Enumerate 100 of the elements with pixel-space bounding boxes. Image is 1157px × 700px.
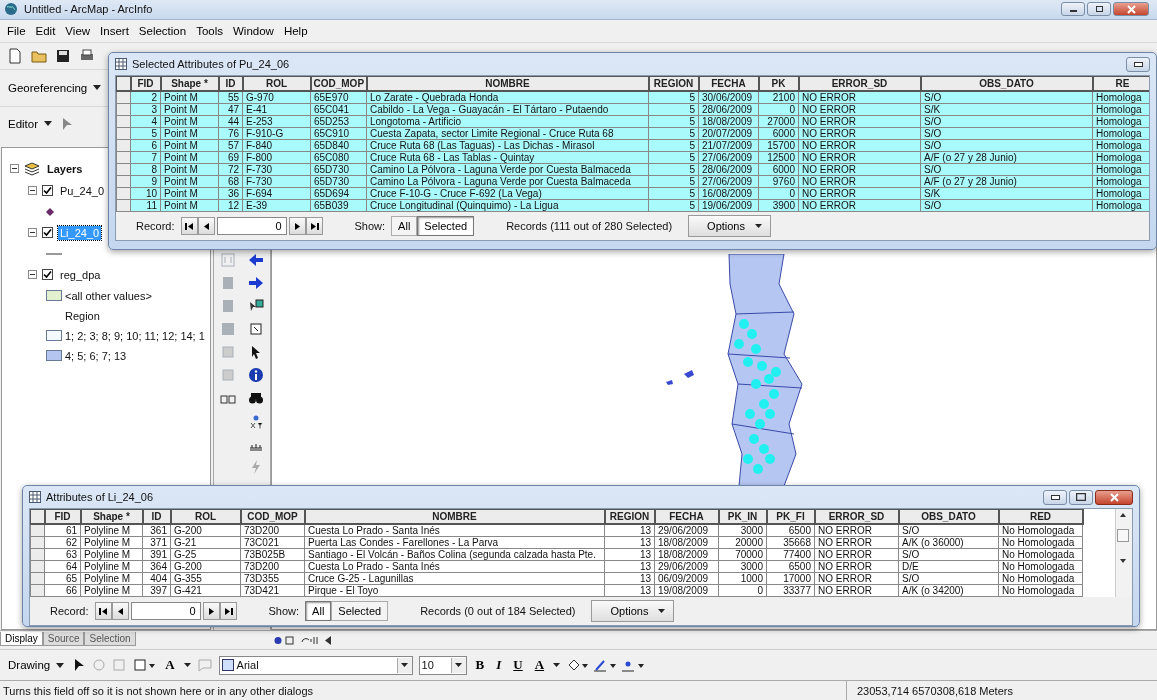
- layer-checkbox[interactable]: [42, 185, 53, 197]
- column-header[interactable]: FECHA: [698, 76, 759, 91]
- menu-item[interactable]: Tools: [195, 24, 224, 37]
- column-header[interactable]: RE: [1092, 76, 1149, 91]
- column-header[interactable]: OBS_DATO: [898, 509, 999, 524]
- column-header[interactable]: ERROR_SD: [814, 509, 899, 524]
- next-record-button[interactable]: [288, 217, 306, 235]
- table-row[interactable]: 2 Point M 55 G-970 65E970 Lo Zarate - Quebrada Honda 5 30/06/2009 2100 NO ERROR S/O Homologa: [116, 91, 1149, 104]
- scroll-left-icon[interactable]: [324, 635, 333, 645]
- column-header[interactable]: REGION: [604, 509, 655, 524]
- font-size-dropdown[interactable]: 10: [418, 655, 467, 675]
- column-header[interactable]: FID: [130, 76, 161, 91]
- clear-selection-icon[interactable]: [248, 321, 264, 338]
- column-header[interactable]: COD_MOP: [310, 76, 367, 91]
- table-row[interactable]: 5 Point M 76 F-910-G 65C910 Cuesta Zapata, sector Limite Regional - Cruce Ruta 68 5 20/07/2009 6000 NO ERROR S/O Homologa: [116, 127, 1149, 140]
- column-header[interactable]: PK_FI: [766, 509, 815, 524]
- show-toggle[interactable]: Selected: [417, 216, 475, 236]
- column-header[interactable]: ID: [218, 76, 243, 91]
- table-row[interactable]: 65 Polyline M 404 G-355 73D355 Cruce G-25 - Lagunillas 13 06/09/2009 1000 17000 NO ERROR S/O No Homologada: [30, 572, 1083, 585]
- bold-button[interactable]: B: [472, 657, 488, 674]
- table-row[interactable]: 11 Point M 12 E-39 65B039 Cruce Longitudinal (Quinquimo) - La Ligua 5 19/06/2009 3900 NO ERROR S/O Homologa: [116, 199, 1149, 212]
- layer-name[interactable]: Pu_24_0: [58, 183, 107, 198]
- column-header[interactable]: Shape *: [160, 76, 219, 91]
- column-header[interactable]: ID: [142, 509, 171, 524]
- collapse-button[interactable]: [28, 228, 37, 238]
- italic-button[interactable]: I: [493, 657, 505, 674]
- table-row[interactable]: 62 Polyline M 371 G-21 73C021 Puerta Las Condes - Farellones - La Parva 13 18/08/2009 20000 35668 NO ERROR A/K (o 36000) No Homologada: [30, 536, 1083, 549]
- scrollbar[interactable]: [1115, 509, 1132, 597]
- font-color-button[interactable]: A: [531, 657, 548, 674]
- font-dropdown[interactable]: Arial: [218, 655, 413, 675]
- minimize-button[interactable]: [1043, 489, 1067, 505]
- close-button[interactable]: [1095, 489, 1133, 505]
- table-row[interactable]: 7 Point M 69 F-800 65C080 Cruce Ruta 68 - Las Tablas - Quintay 5 27/06/2009 12500 NO ERROR A/F (o 27 y 28 Junio) Homologa: [116, 151, 1149, 164]
- panel-tab[interactable]: Display: [0, 631, 43, 646]
- close-button[interactable]: [1113, 2, 1149, 17]
- drawing-menu[interactable]: Drawing: [6, 657, 67, 674]
- table-row[interactable]: 6 Point M 57 F-840 65D840 Cruce Ruta 68 (Las Taguas) - Las Dichas - Mirasol 5 21/07/2009 15700 NO ERROR S/O Homologa: [116, 139, 1149, 152]
- column-header[interactable]: FID: [44, 509, 81, 524]
- column-header[interactable]: FECHA: [654, 509, 719, 524]
- table-row[interactable]: 3 Point M 47 E-41 65C041 Cabildo - La Vega - Guayacán - El Tártaro - Putaendo 5 28/06/2009 0 NO ERROR S/K Homologa: [116, 103, 1149, 116]
- column-header[interactable]: Shape *: [80, 509, 143, 524]
- minimize-button[interactable]: [1126, 56, 1150, 72]
- column-header[interactable]: ROL: [170, 509, 241, 524]
- table-row[interactable]: 10 Point M 36 F-694 65D694 Cruce F-10-G - Cruce F-692 (La Vega) 5 16/08/2009 0 NO ERROR S/K Homologa: [116, 187, 1149, 200]
- show-toggle[interactable]: Selected: [331, 601, 389, 621]
- info-icon[interactable]: [248, 367, 264, 384]
- next-record-button[interactable]: [202, 602, 220, 620]
- column-header[interactable]: PK: [758, 76, 799, 91]
- maximize-button[interactable]: [1087, 2, 1111, 17]
- fill-color-icon[interactable]: [566, 658, 589, 673]
- layer-checkbox[interactable]: [42, 269, 53, 281]
- table-row[interactable]: 64 Polyline M 364 G-200 73D200 Cuesta Lo Prado - Santa Inés 13 29/06/2009 3000 6500 NO ERROR D/E No Homologada: [30, 560, 1083, 573]
- back-arrow-icon[interactable]: [248, 252, 264, 269]
- options-button[interactable]: Options: [688, 215, 771, 237]
- text-tool-button[interactable]: A: [162, 657, 178, 674]
- menu-item[interactable]: Insert: [99, 24, 130, 37]
- xy-icon[interactable]: [248, 413, 264, 430]
- table-row[interactable]: 63 Polyline M 391 G-25 73B025B Santiago - El Volcán - Baños Colina (segunda calzada hasta Pte. 13 18/08/2009 70000 77400 NO ERROR S/O No Homologada: [30, 548, 1083, 561]
- collapse-button[interactable]: [10, 164, 19, 174]
- editor-menu[interactable]: Editor: [6, 115, 55, 132]
- column-header[interactable]: PK_IN: [718, 509, 767, 524]
- georeferencing-menu[interactable]: Georeferencing: [6, 79, 104, 96]
- show-toggle[interactable]: All: [305, 601, 332, 621]
- table-row[interactable]: 8 Point M 72 F-730 65D730 Camino La Pólvora - Laguna Verde por Cuesta Balmaceda 5 28/06/2009 6000 NO ERROR S/O Homologa: [116, 163, 1149, 176]
- column-header[interactable]: COD_MOP: [240, 509, 305, 524]
- line-color-icon[interactable]: [594, 658, 617, 673]
- menu-item[interactable]: Selection: [137, 24, 188, 37]
- menu-item[interactable]: Window: [232, 24, 275, 37]
- table-row[interactable]: 66 Polyline M 397 G-421 73D421 Pirque - El Toyo 13 19/08/2009 0 33377 NO ERROR A/K (o 34200) No Homologada: [30, 584, 1083, 597]
- column-header[interactable]: OBS_DATO: [920, 76, 1093, 91]
- column-header[interactable]: RED: [998, 509, 1083, 524]
- column-header[interactable]: ROL: [242, 76, 311, 91]
- column-header[interactable]: NOMBRE: [366, 76, 649, 91]
- menu-item[interactable]: View: [64, 24, 92, 37]
- layer-name[interactable]: reg_dpa: [58, 267, 103, 282]
- menu-item[interactable]: Edit: [34, 24, 57, 37]
- collapse-button[interactable]: [28, 186, 37, 196]
- panel-tab[interactable]: Selection: [84, 631, 136, 646]
- layer-group-label[interactable]: Layers: [45, 161, 85, 176]
- menu-item[interactable]: File: [6, 24, 27, 37]
- menu-item[interactable]: Help: [282, 24, 309, 37]
- layer-checkbox[interactable]: [42, 227, 53, 239]
- options-button[interactable]: Options: [591, 600, 675, 622]
- table-row[interactable]: 9 Point M 68 F-730 65D730 Camino La Pólvora - Laguna Verde por Cuesta Balmaceda 5 27/06/2009 9760 NO ERROR A/F (o 27 y 28 Junio) Homologa: [116, 175, 1149, 188]
- table-row[interactable]: 4 Point M 44 E-253 65D253 Longotoma - Artificio 5 18/08/2009 27000 NO ERROR S/O Homologa: [116, 115, 1149, 128]
- show-toggle[interactable]: All: [391, 216, 418, 236]
- column-header[interactable]: ERROR_SD: [798, 76, 921, 91]
- layout-view-icon[interactable]: [274, 635, 296, 645]
- rectangle-icon[interactable]: [134, 658, 157, 673]
- first-record-button[interactable]: [94, 602, 112, 620]
- minimize-button[interactable]: [1061, 2, 1085, 17]
- collapse-button[interactable]: [28, 270, 37, 280]
- record-field[interactable]: 0: [130, 602, 201, 620]
- first-record-button[interactable]: [180, 217, 198, 235]
- new-document-icon[interactable]: [7, 47, 23, 64]
- panel-tab[interactable]: Source: [42, 631, 85, 646]
- column-header[interactable]: NOMBRE: [304, 509, 605, 524]
- underline-button[interactable]: U: [510, 657, 526, 674]
- column-header[interactable]: REGION: [648, 76, 699, 91]
- record-field[interactable]: 0: [216, 217, 287, 235]
